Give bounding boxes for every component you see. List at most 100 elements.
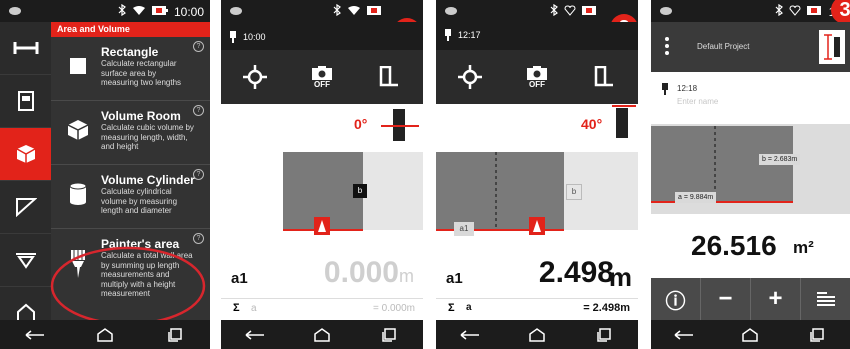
wall-b-tag: b: [566, 184, 582, 200]
action-bar: ⓘ − +: [651, 278, 850, 320]
recents-icon[interactable]: [369, 320, 409, 349]
app-icon: [444, 4, 458, 19]
camera-off-button[interactable]: OFF: [503, 50, 570, 104]
area-unit: m²: [793, 238, 814, 257]
tilt-angle: 40°: [581, 116, 603, 132]
recents-icon[interactable]: [797, 320, 837, 349]
measure-label: a1: [446, 270, 463, 287]
add-button[interactable]: +: [751, 278, 801, 320]
battery-icon: [806, 5, 823, 18]
name-input[interactable]: Enter name: [677, 97, 718, 106]
sum-label: a: [466, 302, 472, 313]
android-nav-bar: [651, 320, 850, 349]
camera-off-label: OFF: [313, 79, 330, 89]
wall-a1-tag: a1: [454, 222, 474, 236]
sum-label: a: [251, 303, 257, 314]
camera-icon: [311, 65, 332, 80]
measure-unit: m: [399, 266, 414, 286]
info-bar: 12:17: [436, 22, 638, 50]
divider: [221, 298, 423, 299]
heart-icon: [789, 4, 801, 19]
area-result-panel: 26.516 m²: [651, 214, 850, 278]
screen-painters-area-result: 12 3 Default Project 12:18 Enter name b …: [651, 0, 850, 349]
device-icon: [444, 28, 452, 46]
subtract-button[interactable]: −: [701, 278, 751, 320]
back-icon[interactable]: [450, 320, 490, 349]
android-nav-bar: [221, 320, 423, 349]
battery-icon: [367, 5, 383, 18]
timestamp: 10:00: [243, 32, 266, 42]
measure-unit: m: [608, 262, 632, 292]
timestamp: 12:18: [677, 84, 698, 93]
tilt-indicator-icon: [612, 105, 636, 138]
status-bar: 12: [651, 0, 850, 22]
area-value: 26.516: [691, 230, 777, 261]
back-icon[interactable]: [15, 320, 55, 349]
project-name[interactable]: Default Project: [697, 42, 749, 51]
measure-value: 0.000: [323, 256, 399, 289]
camera-off-label: OFF: [528, 79, 545, 89]
recents-icon[interactable]: [155, 320, 195, 349]
back-icon[interactable]: [235, 320, 275, 349]
measurement-canvas: 40° b a1: [436, 104, 638, 256]
result-panel: a1 0.000 m Σ a = 0.000m: [221, 256, 423, 320]
android-nav-bar: [0, 320, 210, 349]
tilt-angle: 0°: [354, 116, 368, 132]
device-icon: [229, 30, 237, 48]
sum-value: = 0.000m: [373, 303, 415, 314]
measurement-header: 12:18 Enter name: [651, 72, 850, 124]
back-icon[interactable]: [664, 320, 704, 349]
screen-painters-area-measured: 2 12:17 OFF 40° b a1 a1 2.498 m Σ a = 2.…: [436, 0, 638, 349]
reference-button[interactable]: [571, 50, 638, 104]
android-nav-bar: [436, 320, 638, 349]
home-icon[interactable]: [730, 320, 770, 349]
status-bar: [221, 0, 423, 22]
result-panel: a1 2.498 m Σ a = 2.498m: [436, 256, 638, 320]
home-icon[interactable]: [302, 320, 342, 349]
measurement-canvas: 0° b: [221, 104, 423, 256]
overflow-menu-icon[interactable]: [665, 36, 669, 61]
wall-b-dimension-tag: b = 2.683m: [759, 154, 801, 165]
wall-b-tag: b: [353, 184, 367, 198]
camera-icon: [526, 65, 547, 80]
heart-icon: [564, 4, 576, 19]
height-measure-icon: [824, 34, 840, 60]
app-icon: [229, 4, 243, 19]
screen-painters-area-start: 1 10:00 OFF 0° b a1 0.000 m Σ a = 0.000m: [221, 0, 423, 349]
tilt-indicator-icon: [381, 109, 419, 141]
target-button[interactable]: [436, 50, 503, 104]
info-button[interactable]: ⓘ: [651, 278, 701, 320]
camera-off-button[interactable]: OFF: [288, 50, 355, 104]
device-reference-icon: [595, 66, 614, 87]
height-mode-button[interactable]: [819, 30, 845, 64]
target-button[interactable]: [221, 50, 288, 104]
measure-toolbar: OFF: [436, 50, 638, 104]
sum-value: = 2.498m: [583, 302, 630, 314]
reference-button[interactable]: [356, 50, 423, 104]
divider: [436, 298, 638, 299]
recents-icon[interactable]: [584, 320, 624, 349]
area-diagram: b = 2.683m a = 9.884m: [651, 124, 850, 214]
wifi-icon: [347, 5, 361, 19]
home-icon[interactable]: [85, 320, 125, 349]
device-reference-icon: [380, 66, 399, 87]
battery-icon: [582, 5, 598, 18]
timestamp: 12:17: [458, 30, 481, 40]
bluetooth-icon: [333, 3, 341, 19]
home-icon[interactable]: [517, 320, 557, 349]
list-options-button[interactable]: [801, 278, 850, 320]
status-bar: [436, 0, 638, 22]
wall-a-dimension-tag: a = 9.884m: [675, 192, 717, 203]
device-icon: [661, 82, 669, 100]
measure-toolbar: OFF: [221, 50, 423, 104]
highlight-ellipse: [50, 246, 206, 326]
measure-label: a1: [231, 270, 248, 287]
list-icon: [816, 292, 835, 306]
bluetooth-icon: [550, 3, 558, 19]
crosshair-icon: [457, 65, 482, 89]
screen-area-volume-menu: 10:00 Area and Volume Rectangle Calculat…: [0, 0, 210, 349]
measure-value: 2.498: [538, 256, 614, 289]
crosshair-icon: [242, 65, 267, 89]
info-bar: 10:00: [221, 22, 423, 50]
app-icon: [659, 4, 673, 19]
